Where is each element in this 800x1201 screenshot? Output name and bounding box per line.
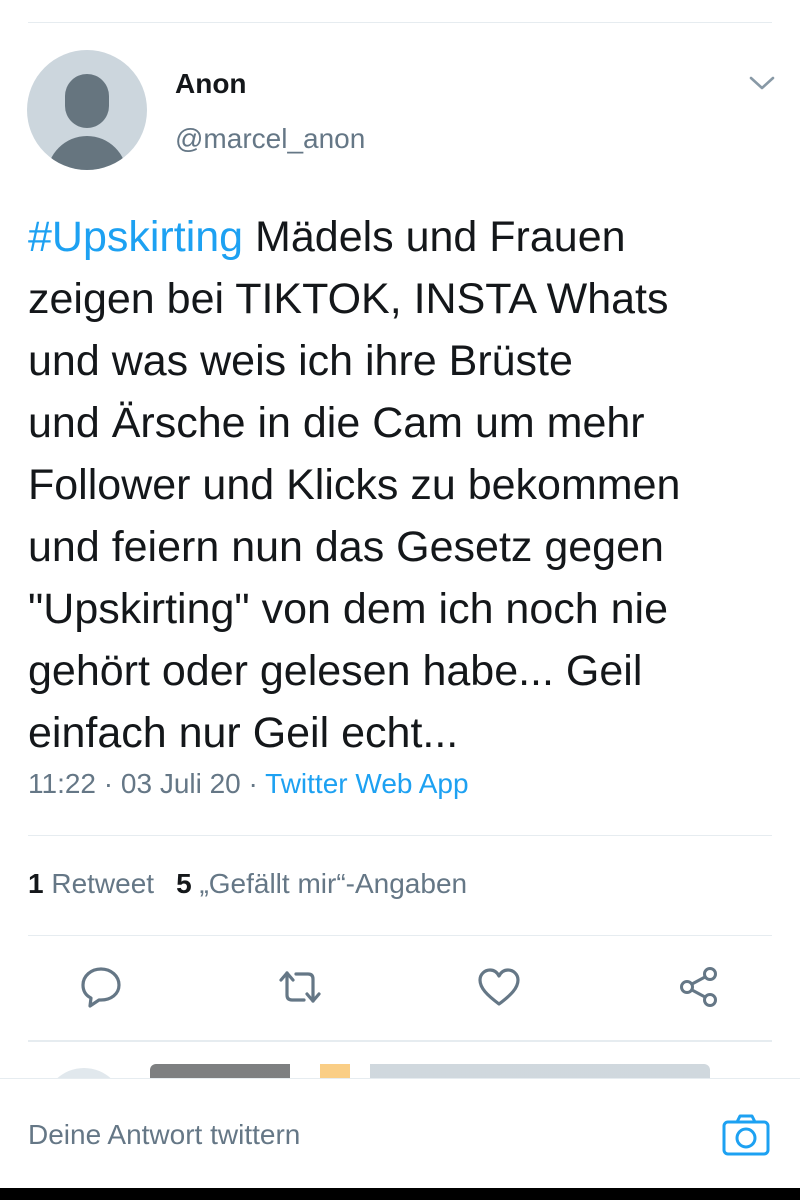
share-icon: [680, 967, 717, 1007]
divider: [28, 1040, 772, 1042]
tweet-date: 03 Juli 20: [120, 768, 241, 799]
like-icon: [478, 968, 520, 1006]
like-count: 5: [176, 868, 192, 899]
like-button[interactable]: [477, 965, 521, 1009]
retweet-button[interactable]: [278, 965, 322, 1009]
next-reply-preview[interactable]: [0, 1060, 800, 1078]
tweet-meta: 11:22 · 03 Juli 20 · Twitter Web App: [28, 768, 469, 800]
top-divider: [28, 22, 772, 23]
chevron-down-icon[interactable]: [748, 72, 776, 94]
divider: [28, 935, 772, 936]
tweet-stats: 1 Retweet 5 „Gefällt mir“-Angaben: [28, 868, 467, 900]
tweet-text: #Upskirting Mädels und Frauen zeigen bei…: [28, 206, 788, 764]
author-display-name[interactable]: Anon: [175, 68, 247, 100]
like-label: „Gefällt mir“-Angaben: [199, 868, 468, 899]
hashtag-link[interactable]: #Upskirting: [28, 213, 243, 261]
retweet-stat[interactable]: 1 Retweet: [28, 868, 154, 899]
like-stat[interactable]: 5 „Gefällt mir“-Angaben: [176, 868, 467, 899]
default-profile-icon: [65, 74, 109, 128]
reply-input[interactable]: Deine Antwort twittern: [28, 1119, 300, 1151]
avatar: [44, 1068, 124, 1078]
system-nav-bar: [0, 1188, 800, 1200]
share-button[interactable]: [677, 965, 721, 1009]
tweet-time: 11:22: [28, 768, 96, 799]
reply-button[interactable]: [79, 965, 123, 1009]
retweet-icon: [279, 971, 321, 1003]
meta-separator: ·: [103, 768, 114, 799]
retweet-count: 1: [28, 868, 44, 899]
retweet-label: Retweet: [51, 868, 155, 899]
divider: [28, 835, 772, 836]
author-handle[interactable]: @marcel_anon: [175, 123, 365, 155]
camera-icon[interactable]: [722, 1113, 770, 1157]
meta-separator: ·: [248, 768, 258, 799]
reply-composer[interactable]: Deine Antwort twittern: [0, 1078, 800, 1201]
reply-icon: [81, 967, 121, 1008]
avatar[interactable]: [27, 50, 147, 170]
tweet-source-link[interactable]: Twitter Web App: [265, 768, 468, 799]
tweet-body: Mädels und Frauen zeigen bei TIKTOK, INS…: [28, 213, 681, 757]
